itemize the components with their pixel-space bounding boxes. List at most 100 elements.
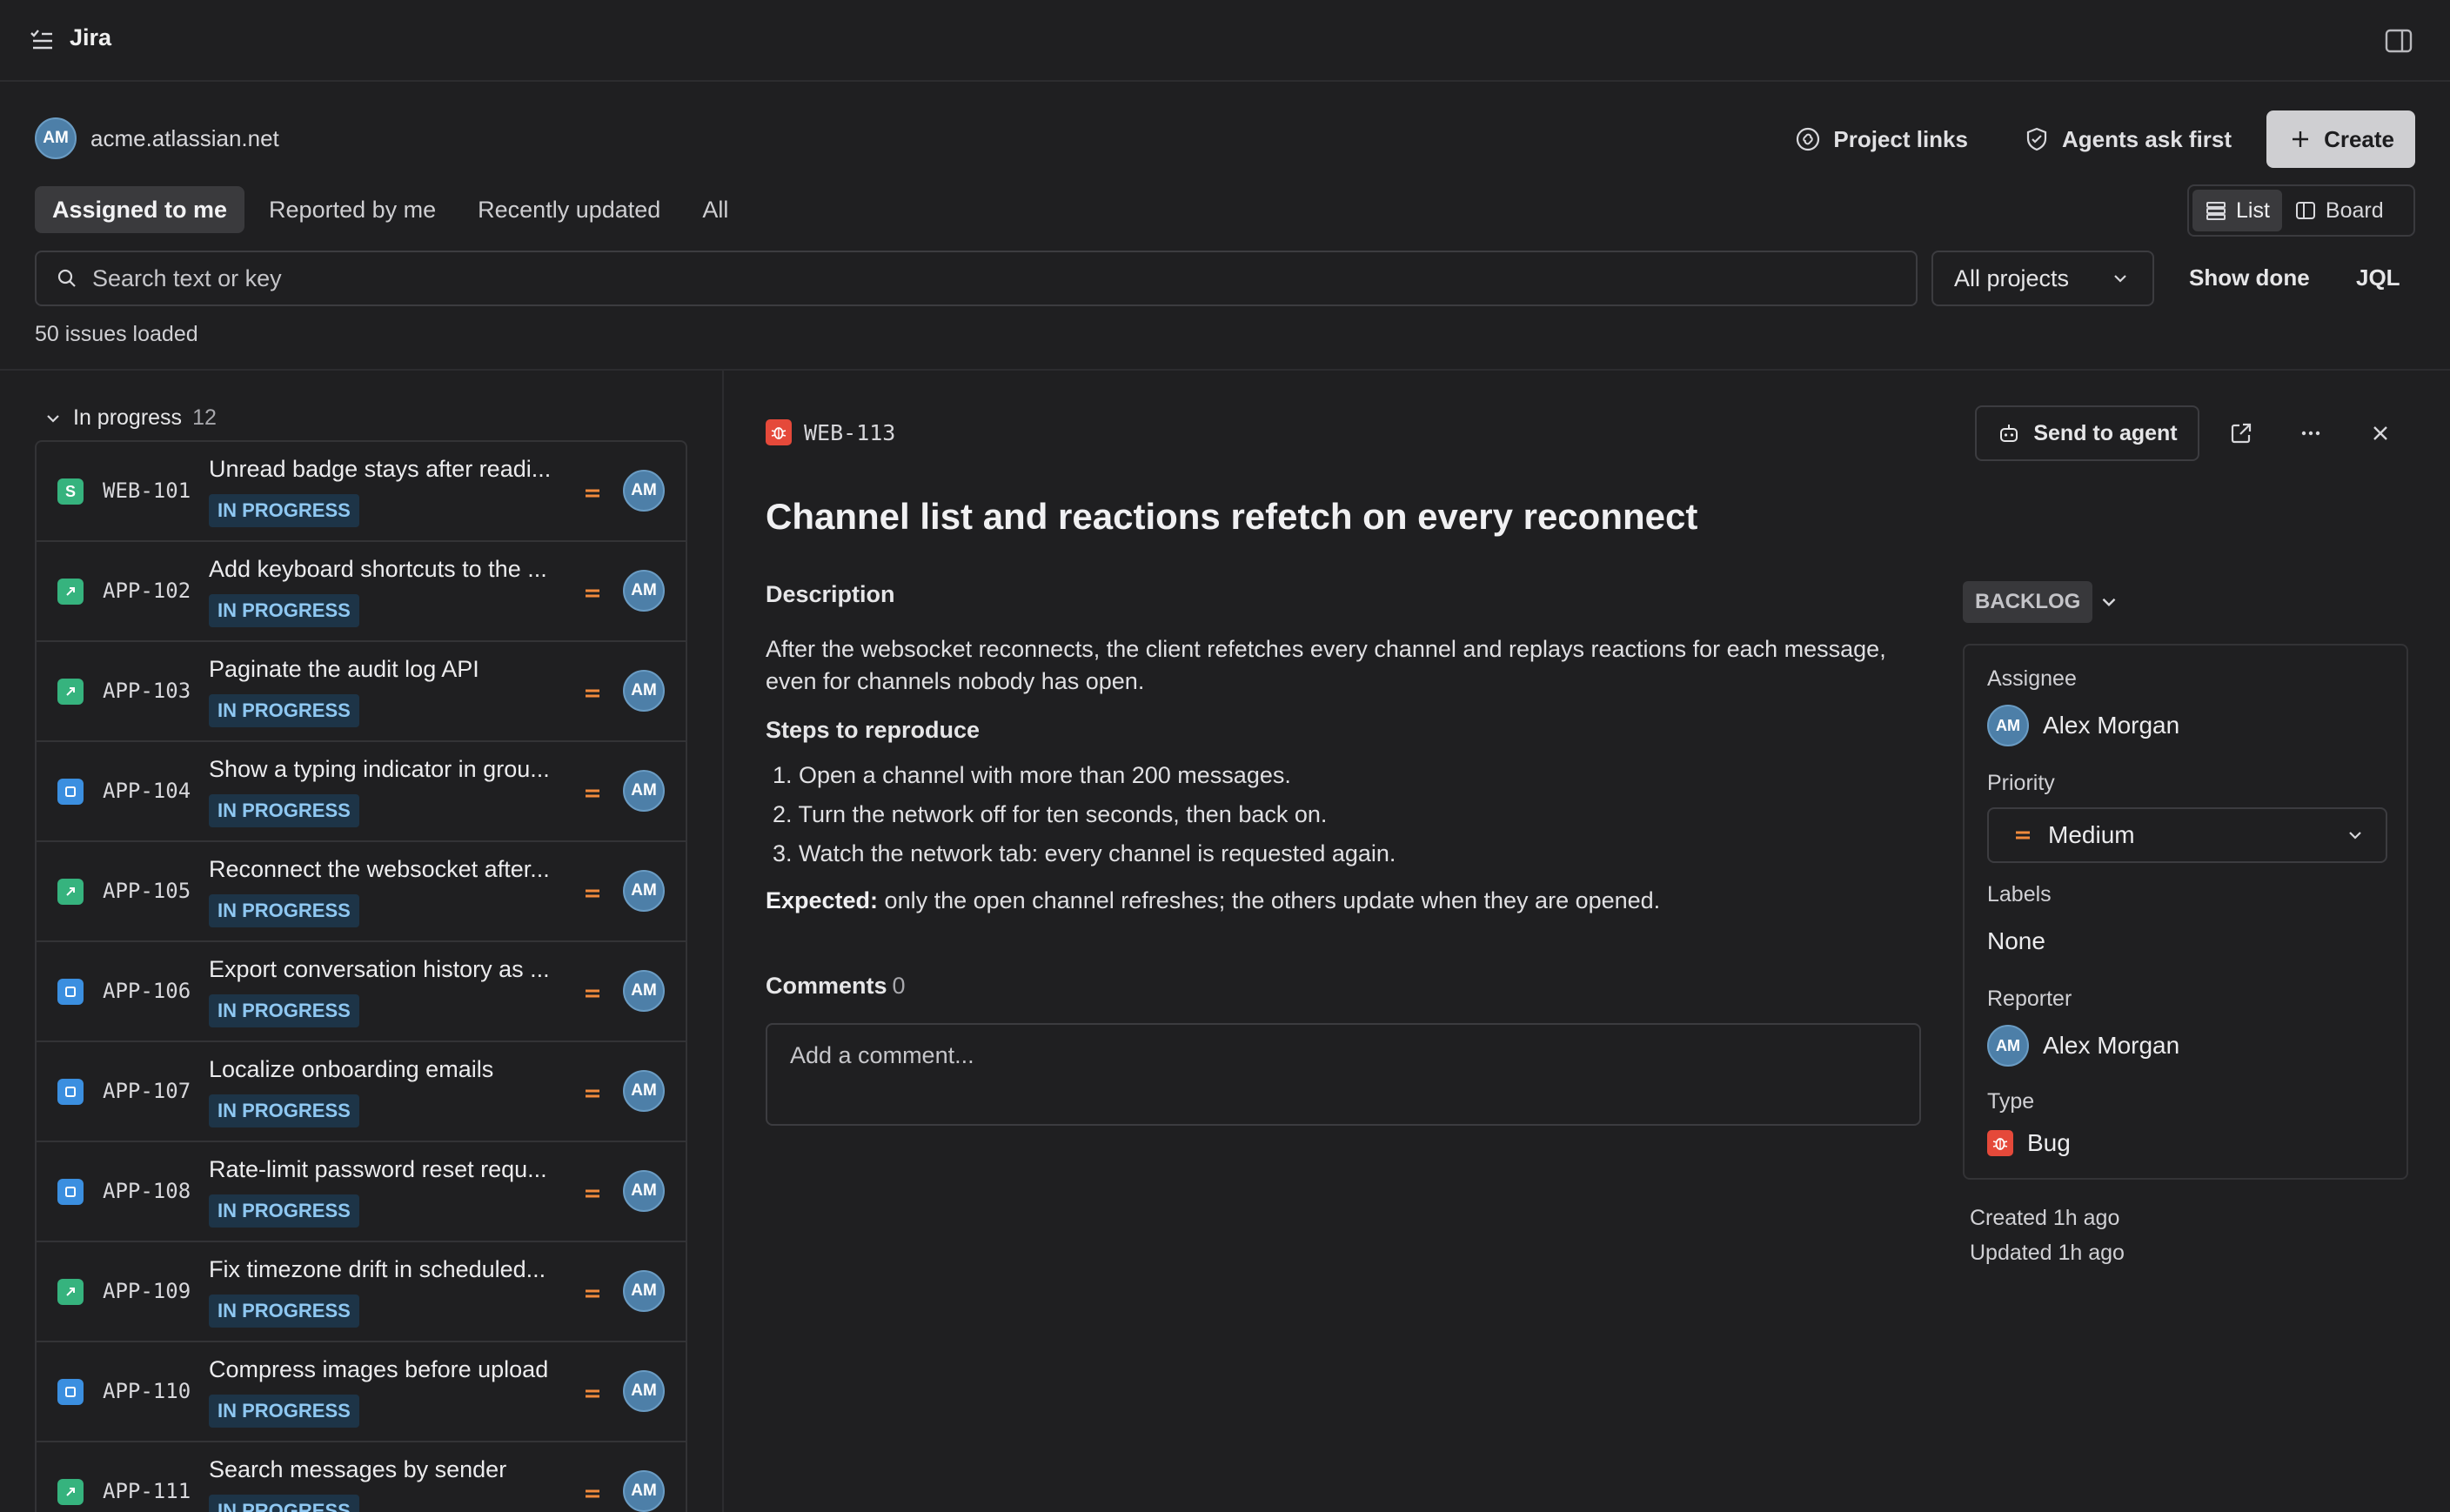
- issue-summary: Export conversation history as ...: [209, 956, 550, 982]
- description-body[interactable]: After the websocket reconnects, the clie…: [766, 633, 1897, 698]
- projects-select-value: All projects: [1954, 264, 2070, 291]
- jql-button[interactable]: JQL: [2356, 264, 2400, 291]
- issue-row[interactable]: APP-104 Show a typing indicator in grou..…: [37, 742, 686, 842]
- issue-title[interactable]: Channel list and reactions refetch on ev…: [766, 496, 1697, 538]
- step-item: 2. Turn the network off for ten seconds,…: [773, 801, 1328, 827]
- close-detail-button[interactable]: [2363, 416, 2398, 451]
- search-box: [35, 251, 1918, 306]
- create-button[interactable]: Create: [2266, 110, 2415, 168]
- issue-row[interactable]: APP-110 Compress images before upload IN P…: [37, 1342, 686, 1442]
- site-row: AM acme.atlassian.net: [35, 117, 279, 159]
- board-view-button[interactable]: Board: [2282, 190, 2396, 231]
- issue-key: APP-110: [103, 1379, 191, 1403]
- status-badge: IN PROGRESS: [209, 894, 359, 927]
- issue-key: APP-111: [103, 1479, 191, 1503]
- expected-text: only the open channel refreshes; the oth…: [878, 887, 1661, 913]
- steps-heading: Steps to reproduce: [766, 717, 981, 743]
- issue-row[interactable]: APP-105 Reconnect the websocket after... I…: [37, 842, 686, 942]
- open-in-new-button[interactable]: [2224, 416, 2259, 451]
- avatar[interactable]: AM: [623, 970, 665, 1012]
- more-options-button[interactable]: [2293, 416, 2328, 451]
- task-icon: [57, 979, 84, 1005]
- bug-icon: [1987, 1130, 2013, 1156]
- project-links-label: Project links: [1833, 125, 1968, 152]
- comments-heading: Comments 0: [766, 973, 906, 1000]
- list-view-button[interactable]: List: [2192, 190, 2282, 231]
- project-links-button[interactable]: Project links: [1795, 126, 1968, 153]
- issue-summary: Rate-limit password reset requ...: [209, 1156, 547, 1182]
- detail-issue-key[interactable]: WEB-113: [804, 420, 895, 445]
- close-icon: [2373, 426, 2387, 440]
- issue-row[interactable]: APP-107 Localize onboarding emails IN PROG…: [37, 1042, 686, 1142]
- issue-row[interactable]: S WEB-101 Unread badge stays after readi..…: [37, 442, 686, 542]
- avatar[interactable]: AM: [623, 1370, 665, 1412]
- priority-medium-icon: [586, 1189, 599, 1198]
- site-avatar[interactable]: AM: [35, 117, 77, 159]
- avatar[interactable]: AM: [623, 670, 665, 712]
- details-card: Assignee AM Alex Morgan Priority Medium …: [1963, 644, 2408, 1180]
- issue-row[interactable]: APP-111 Search messages by sender IN PROGR…: [37, 1442, 686, 1512]
- avatar[interactable]: AM: [623, 470, 665, 512]
- status-dropdown[interactable]: BACKLOG: [1963, 581, 2093, 623]
- bug-icon: [766, 419, 792, 445]
- issue-row[interactable]: APP-102 Add keyboard shortcuts to the ...…: [37, 542, 686, 642]
- chevron-down-icon: [2349, 832, 2361, 840]
- board-icon: [2295, 202, 2315, 219]
- tab-recently-updated[interactable]: Recently updated: [460, 186, 678, 233]
- search-input[interactable]: [92, 264, 1832, 292]
- tab-reported-by-me[interactable]: Reported by me: [251, 186, 453, 233]
- issue-key: APP-103: [103, 679, 191, 703]
- updated-time: Updated 1h ago: [1970, 1241, 2125, 1265]
- labels-value[interactable]: None: [1987, 927, 2045, 955]
- group-header-in-progress[interactable]: In progress 12: [44, 405, 217, 431]
- issue-row[interactable]: APP-108 Rate-limit password reset requ...…: [37, 1142, 686, 1242]
- priority-select[interactable]: Medium: [1987, 807, 2387, 863]
- assignee-field[interactable]: AM Alex Morgan: [1987, 705, 2179, 746]
- priority-medium-icon: [586, 489, 599, 498]
- issue-row[interactable]: APP-103 Paginate the audit log API IN PROG…: [37, 642, 686, 742]
- menu-icon[interactable]: [28, 26, 56, 54]
- link-circle-icon: [1797, 127, 1820, 151]
- create-label: Create: [2324, 125, 2394, 152]
- send-to-agent-button[interactable]: Send to agent: [1975, 405, 2199, 461]
- send-to-agent-label: Send to agent: [2033, 420, 2178, 445]
- priority-medium-icon: [586, 1489, 599, 1498]
- priority-medium-icon: [586, 989, 599, 998]
- issue-summary: Compress images before upload: [209, 1356, 549, 1382]
- list-icon: [2206, 202, 2226, 220]
- agents-ask-first-button[interactable]: Agents ask first: [2024, 126, 2232, 153]
- step-item: 1. Open a channel with more than 200 mes…: [773, 762, 1291, 788]
- panel-divider: [722, 371, 724, 1512]
- chevron-down-icon[interactable]: [2099, 592, 2119, 612]
- expected-label: Expected:: [766, 887, 879, 913]
- issue-summary: Show a typing indicator in grou...: [209, 756, 550, 782]
- plus-icon: [2293, 131, 2309, 147]
- chevron-down-icon: [2114, 275, 2126, 283]
- priority-medium-icon: [586, 889, 599, 898]
- avatar[interactable]: AM: [623, 1170, 665, 1212]
- issue-summary: Localize onboarding emails: [209, 1056, 494, 1082]
- avatar[interactable]: AM: [623, 1070, 665, 1112]
- task-icon: [57, 1079, 84, 1105]
- status-badge: IN PROGRESS: [209, 1495, 359, 1512]
- show-done-button[interactable]: Show done: [2189, 264, 2310, 291]
- reporter-field[interactable]: AM Alex Morgan: [1987, 1025, 2179, 1067]
- avatar[interactable]: AM: [623, 570, 665, 612]
- story-icon: [57, 679, 84, 705]
- tab-all[interactable]: All: [685, 186, 746, 233]
- panel-toggle-icon[interactable]: [2384, 26, 2413, 56]
- avatar[interactable]: AM: [623, 1270, 665, 1312]
- issue-key: APP-108: [103, 1179, 191, 1203]
- projects-select[interactable]: All projects: [1931, 251, 2154, 306]
- type-field[interactable]: Bug: [1987, 1129, 2071, 1157]
- issue-row[interactable]: APP-109 Fix timezone drift in scheduled..…: [37, 1242, 686, 1342]
- avatar[interactable]: AM: [623, 770, 665, 812]
- issue-row[interactable]: APP-106 Export conversation history as ..…: [37, 942, 686, 1042]
- avatar[interactable]: AM: [623, 870, 665, 912]
- comment-input[interactable]: [766, 1023, 1921, 1126]
- avatar[interactable]: AM: [623, 1470, 665, 1512]
- issue-summary: Fix timezone drift in scheduled...: [209, 1256, 546, 1282]
- tab-assigned-to-me[interactable]: Assigned to me: [35, 186, 245, 233]
- issue-summary: Paginate the audit log API: [209, 656, 479, 682]
- issue-summary: Add keyboard shortcuts to the ...: [209, 556, 547, 582]
